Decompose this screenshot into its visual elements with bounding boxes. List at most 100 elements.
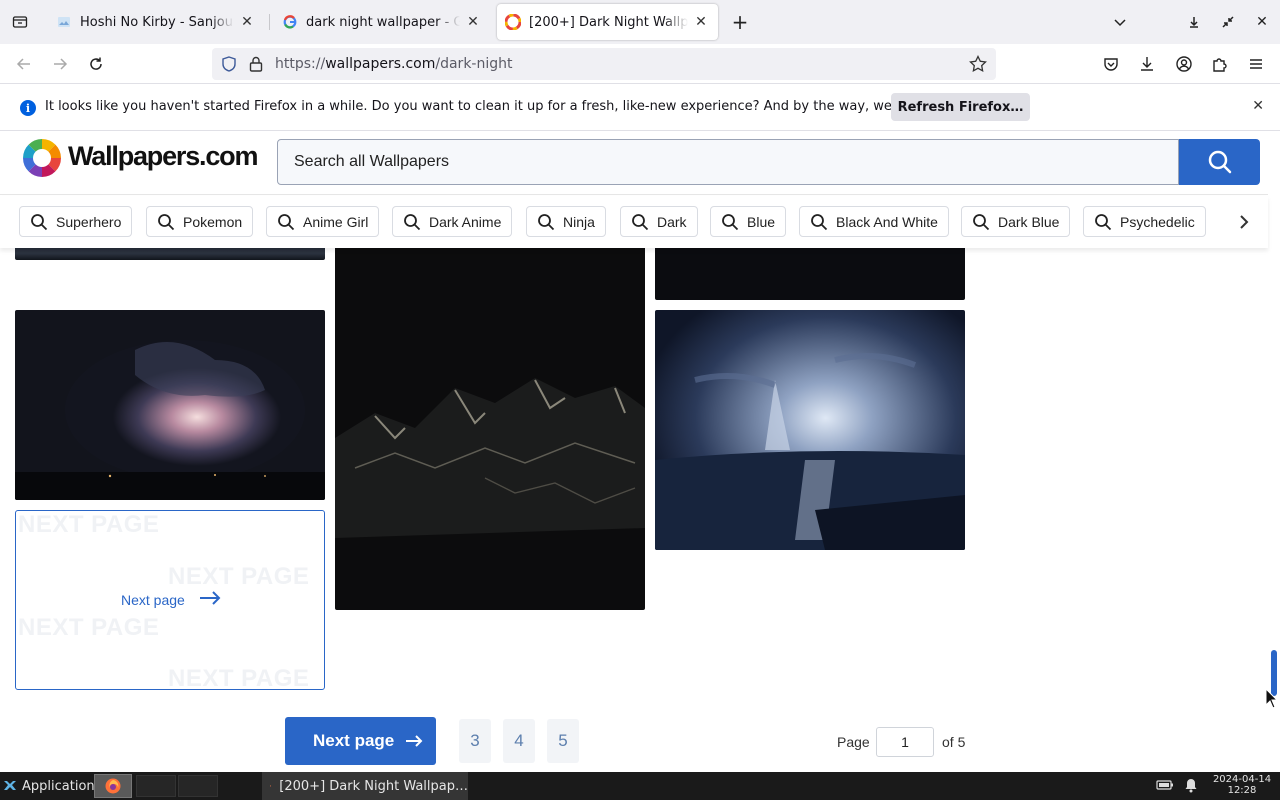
wallpaper-thumbnail[interactable] bbox=[655, 248, 965, 300]
page-number-input[interactable]: 1 bbox=[876, 727, 934, 757]
search-icon bbox=[537, 213, 555, 231]
page-link-5[interactable]: 5 bbox=[547, 719, 579, 763]
workspace-1[interactable] bbox=[136, 775, 176, 797]
tab-separator bbox=[269, 14, 270, 30]
search-icon bbox=[721, 213, 739, 231]
wallpapers-logo-wheel-icon[interactable] bbox=[22, 138, 62, 178]
next-page-link[interactable]: Next page bbox=[121, 591, 221, 608]
search-icon bbox=[972, 213, 990, 231]
tag-chip-blue[interactable]: Blue bbox=[710, 206, 787, 237]
tag-chip-pokemon[interactable]: Pokemon bbox=[146, 206, 254, 237]
list-all-tabs-icon[interactable] bbox=[1108, 10, 1132, 34]
search-icon bbox=[810, 213, 828, 231]
search-icon bbox=[631, 213, 649, 231]
downloads-icon[interactable] bbox=[1135, 52, 1159, 76]
next-page-watermark: NEXT PAGE bbox=[18, 614, 160, 641]
close-tab-icon[interactable]: ✕ bbox=[464, 13, 482, 31]
search-placeholder: Search all Wallpapers bbox=[294, 153, 450, 170]
applications-menu-button[interactable]: Applications bbox=[0, 772, 101, 800]
tab-title: Hoshi No Kirby - Sanjou! Dora bbox=[80, 14, 234, 30]
page-link-4[interactable]: 4 bbox=[503, 719, 535, 763]
lock-icon[interactable] bbox=[248, 55, 264, 77]
account-icon[interactable] bbox=[1172, 52, 1196, 76]
bookmark-star-icon[interactable] bbox=[968, 54, 988, 78]
close-tab-icon[interactable]: ✕ bbox=[692, 13, 710, 31]
close-window-icon[interactable]: ✕ bbox=[1250, 10, 1274, 34]
notification-bell-icon[interactable] bbox=[1183, 777, 1199, 797]
xfce-logo-icon bbox=[4, 781, 16, 790]
firefox-icon bbox=[270, 785, 272, 787]
refresh-firefox-button[interactable]: Refresh Firefox… bbox=[891, 93, 1030, 121]
forward-arrow-icon[interactable] bbox=[48, 52, 72, 76]
wallpaper-thumbnail-ship-ocean[interactable] bbox=[655, 310, 965, 550]
wallpaper-thumbnail-mountains[interactable] bbox=[335, 248, 645, 610]
arrow-right-icon bbox=[199, 591, 221, 608]
wallpaper-thumbnail-lightning[interactable] bbox=[15, 310, 325, 500]
hamburger-menu-icon[interactable] bbox=[1244, 52, 1268, 76]
tab-title: [200+] Dark Night Wallpapers bbox=[529, 14, 688, 30]
new-tab-button[interactable]: + bbox=[728, 10, 752, 34]
address-bar[interactable]: https://wallpapers.com/dark-night bbox=[212, 48, 996, 80]
close-notification-icon[interactable]: ✕ bbox=[1252, 98, 1264, 114]
restore-window-icon[interactable] bbox=[1216, 10, 1240, 34]
tag-chip-dark-anime[interactable]: Dark Anime bbox=[392, 206, 513, 237]
wallpapers-favicon-icon bbox=[505, 14, 521, 30]
firefox-launcher-icon[interactable] bbox=[94, 774, 132, 798]
back-arrow-icon[interactable] bbox=[12, 52, 36, 76]
next-page-card[interactable]: NEXT PAGE NEXT PAGE NEXT PAGE NEXT PAGE … bbox=[15, 510, 325, 690]
search-icon bbox=[1208, 150, 1231, 174]
close-tab-icon[interactable]: ✕ bbox=[238, 13, 256, 31]
tag-chip-psychedelic[interactable]: Psychedelic bbox=[1083, 206, 1206, 237]
next-page-watermark: NEXT PAGE bbox=[18, 511, 160, 538]
search-button[interactable] bbox=[1179, 139, 1260, 185]
extensions-puzzle-icon[interactable] bbox=[1208, 52, 1232, 76]
next-page-button[interactable]: Next page bbox=[285, 717, 436, 765]
tab-dark-night-wallpapers[interactable]: [200+] Dark Night Wallpapers ✕ bbox=[497, 4, 718, 40]
related-tags-bar: Superhero Pokemon Anime Girl Dark Anime … bbox=[0, 196, 1268, 248]
search-icon bbox=[30, 213, 48, 231]
search-icon bbox=[157, 213, 175, 231]
pocket-icon[interactable] bbox=[1099, 52, 1123, 76]
wallpaper-grid: NEXT PAGE NEXT PAGE NEXT PAGE NEXT PAGE … bbox=[0, 248, 1268, 772]
desktop-taskbar: Applications [200+] Dark Night Wallpap… … bbox=[0, 772, 1280, 800]
search-icon bbox=[1094, 213, 1112, 231]
wallpaper-thumbnail[interactable] bbox=[15, 248, 325, 260]
tab-google-search[interactable]: dark night wallpaper - Google ✕ bbox=[274, 4, 490, 40]
tag-chip-ninja[interactable]: Ninja bbox=[526, 206, 606, 237]
tag-chip-anime-girl[interactable]: Anime Girl bbox=[266, 206, 380, 237]
battery-icon[interactable] bbox=[1156, 778, 1174, 796]
url-text: https://wallpapers.com/dark-night bbox=[275, 56, 513, 72]
tracking-protection-shield-icon[interactable] bbox=[220, 55, 238, 77]
page-total: of 5 bbox=[942, 734, 966, 750]
minimize-window-icon[interactable] bbox=[1182, 10, 1206, 34]
firefox-view-icon[interactable] bbox=[8, 10, 32, 34]
chevron-right-icon[interactable] bbox=[1234, 210, 1254, 234]
next-page-watermark: NEXT PAGE bbox=[168, 563, 310, 590]
info-icon: i bbox=[20, 100, 36, 116]
tag-chip-dark-blue[interactable]: Dark Blue bbox=[961, 206, 1071, 237]
taskbar-window-firefox[interactable]: [200+] Dark Night Wallpap… bbox=[262, 772, 468, 800]
tag-chip-black-and-white[interactable]: Black And White bbox=[799, 206, 949, 237]
workspace-2[interactable] bbox=[178, 775, 218, 797]
page-label: Page bbox=[837, 734, 870, 750]
page-link-3[interactable]: 3 bbox=[459, 719, 491, 763]
navigation-toolbar: https://wallpapers.com/dark-night bbox=[0, 44, 1280, 84]
clock-date: 2024-04-14 bbox=[1212, 774, 1272, 785]
arrow-right-icon bbox=[405, 733, 423, 753]
reload-icon[interactable] bbox=[84, 52, 108, 76]
tag-chip-dark[interactable]: Dark bbox=[620, 206, 698, 237]
notification-message: It looks like you haven't started Firefo… bbox=[45, 99, 972, 114]
site-logo-text[interactable]: Wallpapers.com bbox=[68, 141, 258, 172]
google-favicon-icon bbox=[282, 14, 298, 30]
tag-chip-superhero[interactable]: Superhero bbox=[19, 206, 133, 237]
mouse-cursor-icon bbox=[1265, 687, 1279, 714]
wallpaper-search-input[interactable]: Search all Wallpapers bbox=[277, 139, 1179, 185]
tab-hoshi-no-kirby[interactable]: Hoshi No Kirby - Sanjou! Dora ✕ bbox=[48, 4, 264, 40]
tab-title: dark night wallpaper - Google bbox=[306, 14, 460, 30]
search-icon bbox=[403, 213, 421, 231]
search-icon bbox=[277, 213, 295, 231]
site-favicon-icon bbox=[56, 14, 72, 30]
next-page-watermark: NEXT PAGE bbox=[168, 665, 310, 690]
refresh-firefox-notification: i It looks like you haven't started Fire… bbox=[4, 88, 1276, 128]
clock[interactable]: 2024-04-14 12:28 bbox=[1207, 774, 1277, 796]
